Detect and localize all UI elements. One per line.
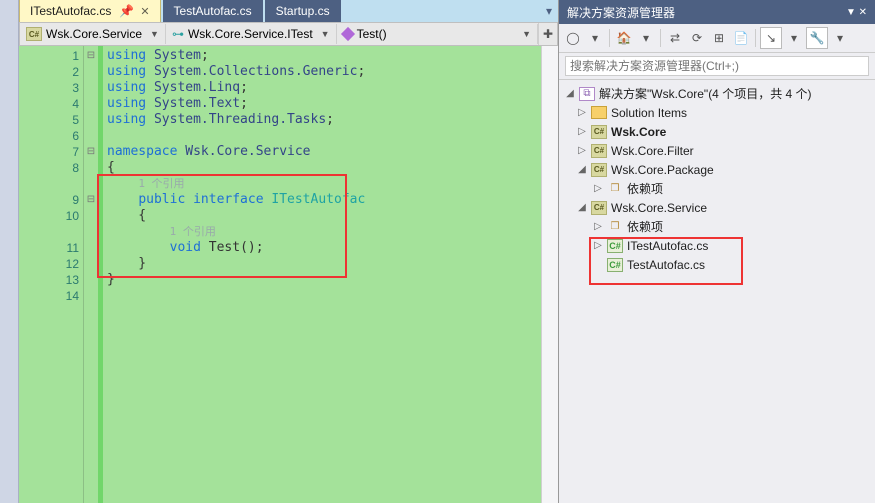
expand-toggle[interactable]: ▷ [577,126,587,137]
split-editor-button[interactable]: ✚ [538,23,557,45]
solution-tree[interactable]: ◢ ⧉ 解决方案"Wsk.Core"(4 个项目，共 4 个) ▷ Soluti… [559,80,875,503]
panel-toolbar: ◯ ▾ 🏠 ▾ ⇄ ⟳ ⊞ 📄 ↘ ▾ 🔧 ▾ [559,24,875,53]
tab-label: ITestAutofac.cs [30,4,111,18]
csharp-project-icon: C# [591,144,607,158]
tab-testautofac[interactable]: TestAutofac.cs [163,0,263,23]
code-text[interactable]: using System; using System.Collections.G… [103,46,558,503]
code-editor[interactable]: 123 456 78 910 111213 14 ⊟ ⊟⊟ using Syst… [19,46,558,503]
search-input[interactable] [565,56,869,76]
document-tabs: ITestAutofac.cs 📌 ✕ TestAutofac.cs Start… [19,0,558,22]
crumb-label: Test() [357,27,387,41]
back-button[interactable]: ◯ [563,28,583,48]
expand-toggle[interactable]: ▷ [593,240,603,251]
left-sidebar-strip[interactable] [0,0,19,503]
panel-title-bar[interactable]: 解决方案资源管理器 ▼ ✕ [559,0,875,24]
node-label: 解决方案"Wsk.Core"(4 个项目，共 4 个) [599,85,812,102]
expand-toggle[interactable]: ▷ [593,221,603,232]
panel-search [559,53,875,80]
chevron-down-icon: ▼ [150,29,159,39]
node-label: 依赖项 [627,180,663,197]
dependencies-icon: ❒ [607,182,623,196]
node-label: Wsk.Core [611,125,666,139]
project-node-wskcore[interactable]: ▷ C# Wsk.Core [561,122,873,141]
expand-toggle[interactable]: ▷ [577,107,587,118]
project-node-filter[interactable]: ▷ C# Wsk.Core.Filter [561,141,873,160]
csharp-project-icon: C# [591,201,607,215]
sync-button[interactable]: ⇄ [665,28,685,48]
chevron-down-icon: ▼ [522,29,531,39]
folder-icon [591,106,607,119]
fold-gutter[interactable]: ⊟ ⊟⊟ [84,46,98,503]
folder-node[interactable]: ▷ Solution Items [561,103,873,122]
expand-toggle[interactable]: ◢ [577,202,587,213]
csharp-project-icon: C# [26,27,42,41]
expand-toggle[interactable]: ◢ [577,164,587,175]
solution-icon: ⧉ [579,87,595,101]
node-label: Solution Items [611,106,687,120]
home-button[interactable]: 🏠 [614,28,634,48]
node-label: Wsk.Core.Service [611,201,707,215]
node-label: TestAutofac.cs [627,258,705,272]
crumb-label: Wsk.Core.Service.ITest [188,27,313,41]
editor-pane: ITestAutofac.cs 📌 ✕ TestAutofac.cs Start… [19,0,558,503]
chevron-down-icon: ▼ [321,29,330,39]
project-node-service[interactable]: ◢ C# Wsk.Core.Service [561,198,873,217]
navigation-bar: C# Wsk.Core.Service ▼ ⊶ Wsk.Core.Service… [19,22,558,46]
node-label: Wsk.Core.Filter [611,144,694,158]
expand-toggle[interactable]: ▷ [577,145,587,156]
file-node-itestautofac[interactable]: ▷ C# ITestAutofac.cs [561,236,873,255]
dependencies-node[interactable]: ▷ ❒ 依赖项 [561,179,873,198]
node-label: Wsk.Core.Package [611,163,714,177]
pin-icon[interactable]: 📌 [119,4,134,18]
solution-explorer: 解决方案资源管理器 ▼ ✕ ◯ ▾ 🏠 ▾ ⇄ ⟳ ⊞ 📄 ↘ ▾ 🔧 ▾ ◢ [558,0,875,503]
panel-menu-icon[interactable]: ▼ ✕ [846,7,867,18]
csharp-project-icon: C# [591,163,607,177]
node-label: 依赖项 [627,218,663,235]
tab-startup[interactable]: Startup.cs [265,0,341,23]
close-icon[interactable]: ✕ [140,5,149,18]
file-node-testautofac[interactable]: ▷ C# TestAutofac.cs [561,255,873,274]
expand-toggle[interactable]: ◢ [565,88,575,99]
tab-label: Startup.cs [276,4,330,18]
crumb-label: Wsk.Core.Service [46,27,142,41]
csharp-file-icon: C# [607,258,623,272]
solution-node[interactable]: ◢ ⧉ 解决方案"Wsk.Core"(4 个项目，共 4 个) [561,84,873,103]
interface-icon: ⊶ [172,27,184,41]
node-label: ITestAutofac.cs [627,239,708,253]
dependencies-icon: ❒ [607,220,623,234]
tab-overflow-icon[interactable]: ▾ [540,4,558,18]
more-button[interactable]: ▾ [830,28,850,48]
dependencies-node[interactable]: ▷ ❒ 依赖项 [561,217,873,236]
crumb-member[interactable]: Test() ▼ [337,24,538,44]
tab-itestautofac[interactable]: ITestAutofac.cs 📌 ✕ [19,0,161,23]
show-all-button[interactable]: 📄 [731,28,751,48]
method-icon [341,27,355,41]
forward-button[interactable]: ▾ [585,28,605,48]
panel-title: 解决方案资源管理器 [567,4,675,21]
crumb-project[interactable]: C# Wsk.Core.Service ▼ [20,24,166,44]
switch-view-button[interactable]: ▾ [636,28,656,48]
project-node-package[interactable]: ◢ C# Wsk.Core.Package [561,160,873,179]
preview-button[interactable]: 🔧 [806,27,828,49]
crumb-type[interactable]: ⊶ Wsk.Core.Service.ITest ▼ [166,24,337,44]
filter-toggle-button[interactable]: ⊞ [709,28,729,48]
overview-scrollbar[interactable] [541,46,558,503]
tab-label: TestAutofac.cs [174,4,252,18]
properties-button[interactable]: ▾ [784,28,804,48]
csharp-file-icon: C# [607,239,623,253]
line-number-gutter: 123 456 78 910 111213 14 [19,46,84,503]
csharp-project-icon: C# [591,125,607,139]
expand-toggle[interactable]: ▷ [593,183,603,194]
refresh-button[interactable]: ⟳ [687,28,707,48]
collapse-all-button[interactable]: ↘ [760,27,782,49]
